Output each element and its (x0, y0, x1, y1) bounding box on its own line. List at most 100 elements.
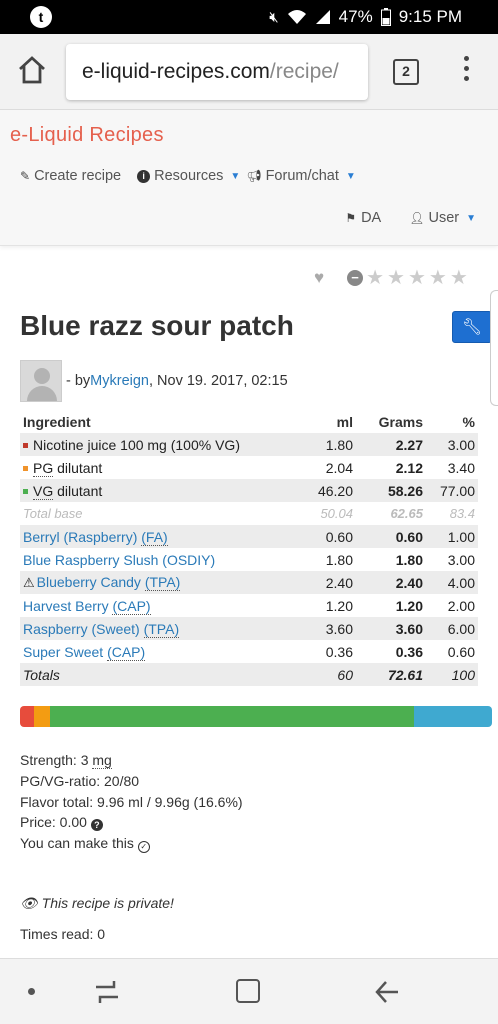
recipe-title: Blue razz sour patch (20, 310, 294, 341)
heart-icon[interactable]: ♥ (314, 268, 324, 288)
flavor-link[interactable]: Blue Raspberry Slush (OSDIY) (23, 552, 215, 568)
remove-rating-icon[interactable]: − (347, 270, 364, 286)
address-bar[interactable]: e-liquid-recipes.com/recipe/ (66, 44, 368, 100)
recent-apps-icon[interactable] (94, 979, 120, 1005)
wifi-icon (287, 10, 306, 24)
color-dot (23, 442, 28, 448)
pct-cell: 0.60 (447, 643, 475, 660)
flavor-name[interactable]: Blue Raspberry Slush (OSDIY) (20, 548, 296, 571)
grams-cell: 62.65 (390, 506, 423, 521)
flavor-link[interactable]: Harvest Berry (23, 598, 112, 614)
pct-cell: 3.40 (447, 459, 475, 476)
mute-icon: 🔇︎ (269, 8, 279, 26)
flavor-name[interactable]: Super Sweet (CAP) (20, 640, 296, 663)
flavor-brand[interactable]: (FA) (141, 528, 168, 546)
star-icon[interactable]: ★ (387, 268, 405, 288)
site-header: e-Liquid Recipes ✎ Create recipe i Resou… (0, 110, 498, 246)
signal-icon (315, 10, 330, 24)
side-panel-handle[interactable] (490, 290, 498, 406)
site-logo[interactable]: e-Liquid Recipes (10, 124, 164, 147)
ml-cell: 1.20 (325, 597, 353, 614)
recipe-date: , Nov 19. 2017, 02:15 (149, 373, 288, 389)
grams-cell: 0.36 (395, 643, 423, 660)
flavor-name[interactable]: Berryl (Raspberry) (FA) (20, 525, 296, 548)
grams-cell: 0.60 (356, 525, 426, 548)
clock: 9:15 PM (398, 7, 462, 26)
star-icon[interactable]: ★ (450, 268, 468, 288)
table-row: Blue Raspberry Slush (OSDIY) 1.80 1.80 3… (20, 548, 478, 571)
composition-segment-vg (50, 706, 414, 727)
col-pct: % (462, 414, 475, 430)
tab-switcher-button[interactable]: 2 (393, 59, 419, 85)
ml-cell: 0.36 (325, 643, 353, 660)
flavor-brand[interactable]: (TPA) (144, 574, 181, 591)
ingredient-name: Nicotine juice 100 mg (100% VG) (20, 433, 296, 456)
nav-create-recipe[interactable]: ✎ Create recipe (20, 168, 121, 184)
nav-language-label: DA (361, 210, 382, 226)
flavor-name[interactable]: Harvest Berry (CAP) (20, 594, 296, 617)
table-row: Super Sweet (CAP) 0.36 0.36 0.60 (20, 640, 478, 663)
nav-forum-label[interactable]: Forum/chat (266, 168, 339, 184)
col-ingredient: Ingredient (23, 414, 91, 430)
flavor-total: Flavor total: 9.96 ml / 9.96g (16.6%) (20, 793, 243, 810)
back-icon[interactable] (374, 979, 400, 1005)
pct-cell: 1.00 (426, 525, 478, 548)
warning-icon[interactable]: ⚠ (23, 575, 35, 591)
home-button-icon[interactable] (236, 979, 260, 1003)
flavor-link[interactable]: Blueberry Candy (37, 574, 145, 590)
flavor-brand[interactable]: (TPA) (143, 620, 180, 638)
flavor-name[interactable]: ⚠ Blueberry Candy (TPA) (20, 571, 296, 594)
pct-cell: 100 (426, 663, 478, 686)
flavor-brand[interactable]: (CAP) (112, 597, 151, 615)
table-row: Raspberry (Sweet) (TPA) 3.60 3.60 6.00 (20, 617, 478, 640)
flavor-name[interactable]: Raspberry (Sweet) (TPA) (20, 617, 296, 640)
chevron-down-icon: ▼ (466, 212, 476, 224)
dot-icon[interactable] (28, 988, 35, 995)
flavor-link[interactable]: Berryl (Raspberry) (23, 529, 141, 545)
wrench-button[interactable]: 🔧︎ (452, 311, 492, 343)
can-make-line: You can make this ✓ (20, 833, 243, 854)
flavor-brand[interactable]: (CAP) (107, 643, 146, 661)
home-icon[interactable] (16, 54, 48, 86)
flavor-link[interactable]: Raspberry (Sweet) (23, 621, 144, 637)
total-base-label: Total base (23, 506, 83, 521)
pencil-icon: ✎ (20, 169, 31, 183)
overflow-menu-icon[interactable] (456, 56, 476, 86)
eye-slash-icon: 👁︎ (20, 895, 38, 911)
star-icon[interactable]: ★ (429, 268, 447, 288)
nav-resources-label: Resources (154, 168, 224, 184)
ml-cell: 1.80 (325, 551, 353, 568)
color-dot (23, 488, 28, 494)
byline: - by Mykreign , Nov 19. 2017, 02:15 (20, 360, 288, 402)
ml-cell: 2.40 (296, 571, 356, 594)
nav-user[interactable]: 👤︎ User ▼ (409, 210, 476, 226)
ml-cell: 2.04 (325, 459, 353, 476)
ingredient-label: dilutant (53, 482, 103, 499)
total-base-row: Total base 50.04 62.65 83.4 (20, 502, 478, 525)
avatar[interactable] (20, 360, 62, 402)
table-row: PG dilutant 2.04 2.12 3.40 (20, 456, 478, 479)
pct-cell: 3.00 (426, 433, 478, 456)
grams-cell: 2.12 (395, 459, 423, 476)
col-ml: ml (336, 414, 353, 430)
totals-row: Totals 60 72.61 100 (20, 663, 478, 686)
grams-cell: 72.61 (356, 663, 426, 686)
table-row: ⚠ Blueberry Candy (TPA) 2.40 2.40 4.00 (20, 571, 478, 594)
table-row: VG dilutant 46.20 58.26 77.00 (20, 479, 478, 502)
author-link[interactable]: Mykreign (90, 373, 149, 389)
price-label: Price: 0.00 (20, 814, 91, 831)
flavor-link[interactable]: Super Sweet (23, 644, 107, 660)
check-circle-icon: ✓ (137, 841, 150, 854)
table-header-row: Ingredient ml Grams % (20, 411, 478, 433)
ml-cell: 0.60 (296, 525, 356, 548)
table-row: Berryl (Raspberry) (FA) 0.60 0.60 1.00 (20, 525, 478, 548)
nav-resources[interactable]: i Resources ▼ 📢︎ Forum/chat ▼ (137, 168, 356, 184)
grams-cell: 3.60 (356, 617, 426, 640)
star-icon[interactable]: ★ (366, 268, 384, 288)
ingredient-label: dilutant (53, 459, 103, 476)
ml-cell: 50.04 (320, 506, 353, 521)
help-icon[interactable]: ? (90, 819, 103, 832)
nav-language[interactable]: ⚑ DA (345, 210, 381, 226)
ingredient-label: Nicotine juice 100 mg (100% VG) (33, 436, 240, 453)
star-icon[interactable]: ★ (408, 268, 426, 288)
